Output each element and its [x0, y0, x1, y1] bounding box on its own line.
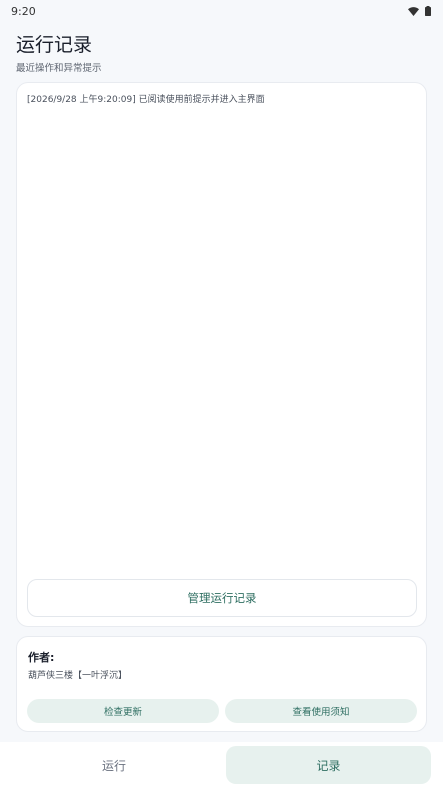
usage-notes-button[interactable]: 查看使用须知 — [225, 699, 417, 723]
log-entry: [2026/9/28 上午9:20:09] 已阅读使用前提示并进入主界面 — [27, 95, 265, 105]
bottom-nav: 运行 记录 — [0, 742, 443, 789]
status-bar: 9:20 — [0, 0, 443, 22]
check-update-button[interactable]: 检查更新 — [27, 699, 219, 723]
page-header: 运行记录 最近操作和异常提示 — [16, 34, 102, 74]
status-time: 9:20 — [11, 4, 36, 18]
author-label: 作者: — [28, 651, 55, 664]
page-title: 运行记录 — [16, 34, 93, 56]
author-card: 作者: 葫芦侠三楼【一叶浮沉】 检查更新 查看使用须知 — [16, 636, 427, 732]
author-name: 葫芦侠三楼【一叶浮沉】 — [28, 671, 128, 681]
log-card: [2026/9/28 上午9:20:09] 已阅读使用前提示并进入主界面 管理运… — [16, 82, 427, 627]
manage-log-button[interactable]: 管理运行记录 — [27, 579, 417, 617]
nav-tab-run[interactable]: 运行 — [12, 746, 216, 784]
wifi-icon — [408, 6, 419, 16]
status-icons — [408, 6, 431, 16]
page-subtitle: 最近操作和异常提示 — [16, 63, 102, 74]
log-list[interactable]: [2026/9/28 上午9:20:09] 已阅读使用前提示并进入主界面 — [27, 93, 416, 107]
nav-tab-record[interactable]: 记录 — [226, 746, 431, 784]
battery-icon — [425, 6, 431, 16]
